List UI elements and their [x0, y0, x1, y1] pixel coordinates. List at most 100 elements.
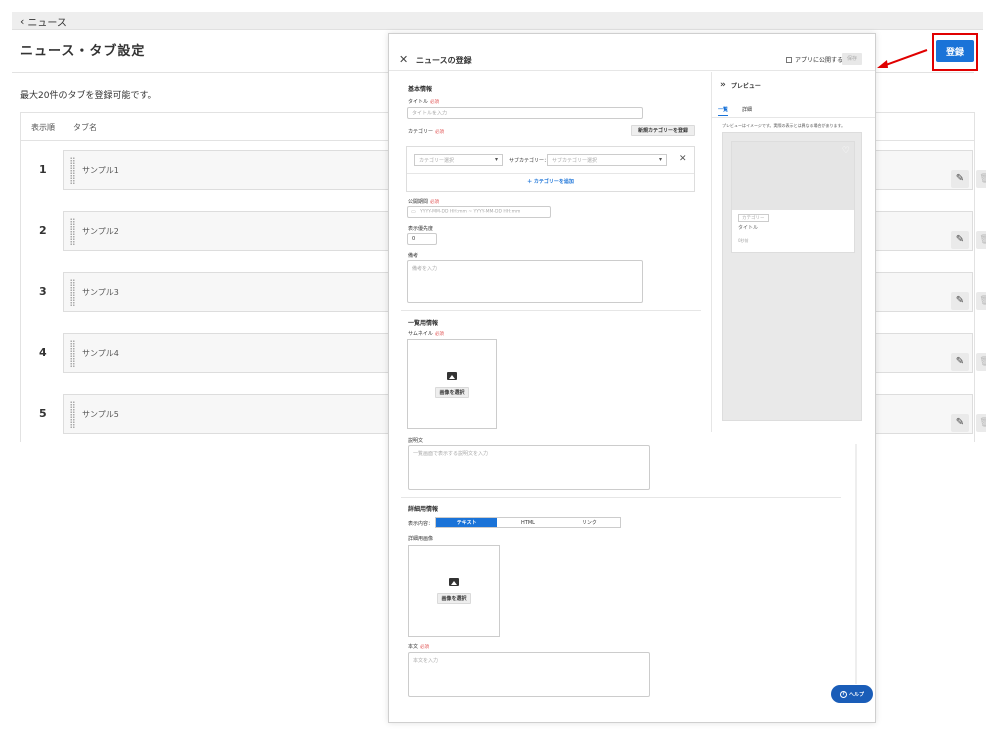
required-badge: 必須: [434, 332, 444, 337]
preview-note: プレビューはイメージです。実際の表示とは異なる場合があります。: [722, 123, 846, 128]
drag-handle-icon[interactable]: [70, 279, 75, 307]
page-title: ニュース・タブ設定: [20, 44, 146, 59]
publish-checkbox[interactable]: アプリに公開する: [786, 55, 843, 64]
trash-icon[interactable]: 🗑: [976, 170, 986, 188]
dropdown-arrow-icon: ▾: [494, 156, 498, 163]
title-input[interactable]: タイトルを入力: [407, 107, 643, 119]
image-icon: [449, 578, 459, 586]
column-name: タブ名: [73, 123, 97, 132]
priority-label: 表示優先度: [408, 226, 434, 232]
help-label: ヘルプ: [848, 691, 864, 698]
display-label: 表示内容：: [408, 521, 434, 527]
publish-period-text: 公開期間: [408, 199, 429, 205]
title-placeholder: タイトルを入力: [412, 110, 448, 117]
close-icon[interactable]: ✕: [399, 53, 408, 66]
body-placeholder: 本文を入力: [413, 658, 439, 664]
calendar-icon: ▭: [411, 209, 416, 215]
edit-icon[interactable]: ✎: [951, 414, 969, 432]
card-title: タイトル: [738, 225, 759, 231]
checkbox-icon: [786, 56, 792, 63]
edit-icon[interactable]: ✎: [951, 231, 969, 249]
drag-handle-icon[interactable]: [70, 157, 75, 185]
detail-image-dropzone[interactable]: 画像を選択: [408, 545, 500, 637]
edit-icon[interactable]: ✎: [951, 170, 969, 188]
tab-name: サンプル3: [82, 288, 119, 297]
segment-link[interactable]: リンク: [559, 518, 620, 527]
memo-textarea[interactable]: 備考を入力: [407, 260, 643, 303]
scrollbar[interactable]: [855, 444, 857, 684]
tab-name: サンプル5: [82, 410, 119, 419]
trash-icon[interactable]: 🗑: [976, 231, 986, 249]
edit-icon[interactable]: ✎: [951, 353, 969, 371]
priority-input[interactable]: 0: [407, 233, 437, 245]
preview-tabs: 一覧 詳細: [712, 106, 875, 118]
category-box: カテゴリー選択 ▾ サブカテゴリー： サブカテゴリー選択 ▾ ✕ ＋ カテゴリー…: [406, 146, 695, 192]
display-type-toggle: テキスト HTML リンク: [435, 517, 621, 528]
drag-handle-icon[interactable]: [70, 218, 75, 246]
required-badge: 必須: [420, 645, 430, 650]
collapse-icon[interactable]: »: [720, 80, 726, 90]
new-category-button[interactable]: 新規カテゴリーを登録: [631, 125, 695, 136]
segment-text[interactable]: テキスト: [436, 518, 498, 527]
body-label: 本文 必須: [408, 643, 429, 650]
subcategory-select[interactable]: サブカテゴリー選択 ▾: [547, 154, 667, 166]
category-placeholder: カテゴリー選択: [419, 158, 455, 164]
tab-name: サンプル4: [82, 349, 119, 358]
save-button[interactable]: 保存: [842, 53, 862, 65]
required-badge: 必須: [430, 100, 440, 105]
row-order: 1: [39, 163, 47, 176]
preview-tab-list[interactable]: 一覧: [718, 106, 729, 116]
category-label-text: カテゴリー: [408, 129, 434, 135]
title-label: タイトル 必須: [408, 98, 439, 105]
thumbnail-dropzone[interactable]: 画像を選択: [407, 339, 497, 429]
back-link[interactable]: ‹ ニュース: [20, 14, 67, 29]
section-divider: [401, 497, 841, 498]
memo-placeholder: 備考を入力: [412, 266, 438, 272]
select-image-button[interactable]: 画像を選択: [435, 387, 469, 398]
top-bar: ‹ ニュース: [12, 12, 983, 30]
preview-tab-detail[interactable]: 詳細: [742, 106, 752, 113]
desc-textarea[interactable]: 一覧画面で表示する説明文を入力: [408, 445, 650, 490]
preview-panel: » プレビュー 一覧 詳細 プレビューはイメージです。実際の表示とは異なる場合が…: [711, 72, 875, 432]
add-category-button[interactable]: ＋ カテゴリーを追加: [407, 178, 694, 185]
image-icon: [447, 372, 457, 380]
remove-category-icon[interactable]: ✕: [679, 154, 687, 164]
preview-card: ♡ カテゴリー タイトル 0秒前: [731, 141, 855, 253]
select-image-button[interactable]: 画像を選択: [437, 593, 471, 604]
memo-label: 備考: [408, 253, 419, 259]
drag-handle-icon[interactable]: [70, 401, 75, 429]
modal-title: ニュースの登録: [416, 56, 472, 65]
category-label: カテゴリー 必須: [408, 128, 444, 135]
register-button[interactable]: 登録: [936, 40, 974, 62]
trash-icon[interactable]: 🗑: [976, 414, 986, 432]
publish-period-placeholder: YYYY-MM-DD HH:mm ~ YYYY-MM-DD HH:mm: [420, 209, 521, 215]
row-order: 5: [39, 407, 47, 420]
publish-period-label: 公開期間 必須: [408, 198, 439, 205]
category-divider: [407, 173, 694, 174]
tab-name: サンプル2: [82, 227, 119, 236]
desc-placeholder: 一覧画面で表示する説明文を入力: [413, 451, 489, 457]
thumbnail-label-text: サムネイル: [408, 331, 433, 337]
segment-html[interactable]: HTML: [497, 518, 558, 527]
body-textarea[interactable]: 本文を入力: [408, 652, 650, 697]
help-button[interactable]: ? ヘルプ: [831, 685, 873, 703]
desc-label: 説明文: [408, 438, 424, 444]
preview-header: » プレビュー: [720, 80, 761, 90]
trash-icon[interactable]: 🗑: [976, 292, 986, 310]
page-description: 最大20件のタブを登録可能です。: [20, 91, 157, 101]
category-select[interactable]: カテゴリー選択 ▾: [414, 154, 503, 166]
annotation-arrow: [877, 49, 928, 68]
card-category: カテゴリー: [738, 214, 769, 222]
publish-label: アプリに公開する: [795, 57, 844, 64]
edit-icon[interactable]: ✎: [951, 292, 969, 310]
dropdown-arrow-icon: ▾: [658, 156, 662, 163]
row-order: 2: [39, 224, 47, 237]
drag-handle-icon[interactable]: [70, 340, 75, 368]
publish-period-input[interactable]: ▭ YYYY-MM-DD HH:mm ~ YYYY-MM-DD HH:mm: [407, 206, 551, 218]
priority-value: 0: [412, 236, 416, 242]
required-badge: 必須: [435, 130, 445, 135]
detail-image-label: 詳細用画像: [408, 536, 434, 542]
trash-icon[interactable]: 🗑: [976, 353, 986, 371]
subcategory-label: サブカテゴリー：: [509, 158, 550, 164]
news-register-modal: ✕ ニュースの登録 アプリに公開する 保存 基本情報 タイトル 必須 タイトルを入…: [388, 33, 876, 723]
